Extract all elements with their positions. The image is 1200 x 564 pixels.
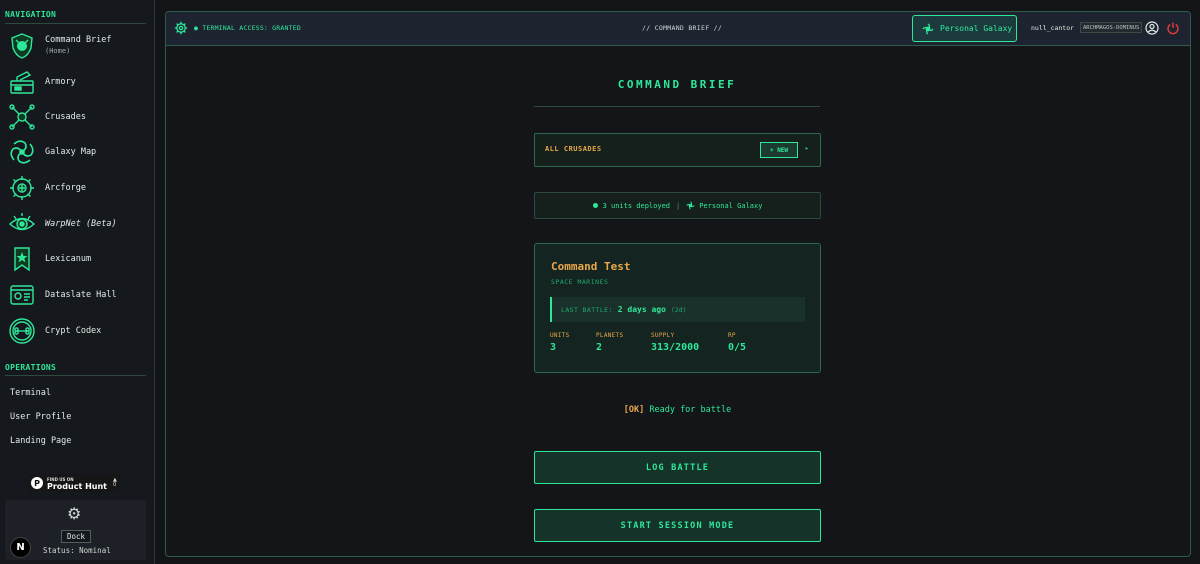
- separator: |: [676, 201, 681, 210]
- sidebar-item-sublabel: (Home): [45, 47, 71, 55]
- sidebar-item-command-brief[interactable]: Command Brief (Home): [7, 29, 147, 63]
- stat-rp: RP 0/5: [728, 332, 746, 353]
- last-battle-value: 2 days ago: [617, 305, 666, 314]
- units-deployed: 3 units deployed: [602, 201, 670, 210]
- sidebar-item-label: Command Brief: [45, 35, 112, 45]
- stat-planets: PLANETS 2: [596, 332, 623, 353]
- log-battle-button[interactable]: LOG BATTLE: [534, 451, 821, 484]
- stat-value: 313/2000: [651, 342, 700, 353]
- spiral-galaxy-icon: [7, 137, 37, 167]
- username: null_cantor: [1031, 24, 1075, 32]
- terminal-access-status: ● TERMINAL ACCESS: GRANTED: [194, 24, 301, 32]
- shield-crest-icon: [7, 31, 37, 61]
- stat-value: 2: [596, 342, 603, 353]
- status-dot-icon: [592, 203, 598, 208]
- operations-item-landing-page[interactable]: Landing Page: [10, 436, 71, 446]
- page-title: COMMAND BRIEF: [617, 78, 737, 91]
- stat-label: UNITS: [550, 332, 570, 339]
- role-badge: ARCHMAGOS-DOMINUS: [1080, 22, 1143, 33]
- crusade-card[interactable]: Command Test SPACE MARINES LAST BATTLE: …: [534, 243, 821, 373]
- last-battle-short: (2d): [670, 305, 687, 314]
- power-icon[interactable]: [1166, 21, 1180, 35]
- dataslate-icon: [7, 280, 37, 310]
- stat-value: 0/5: [728, 342, 747, 353]
- sidebar-item-warpnet[interactable]: WarpNet (Beta): [7, 207, 147, 241]
- ok-tag: [OK]: [623, 405, 645, 415]
- divider: [5, 375, 146, 376]
- product-hunt-label: Product Hunt: [47, 482, 107, 491]
- new-crusade-button[interactable]: + NEW: [760, 142, 798, 158]
- stat-units: UNITS 3: [550, 332, 570, 353]
- operations-item-terminal[interactable]: Terminal: [10, 388, 51, 398]
- sidebar-item-arcforge[interactable]: Arcforge: [7, 171, 147, 205]
- sidebar-item-crusades[interactable]: Crusades: [7, 100, 147, 134]
- divider: [534, 106, 820, 107]
- sidebar-item-label: Crypt Codex: [45, 325, 102, 336]
- sidebar-item-label: WarpNet (Beta): [45, 218, 117, 229]
- sidebar-item-label: Armory: [45, 76, 76, 87]
- navigation-title: NAVIGATION: [5, 10, 57, 19]
- galaxy-icon: [686, 201, 695, 210]
- sidebar-item-galaxy-map[interactable]: Galaxy Map: [7, 135, 147, 169]
- galaxy-icon: [922, 23, 934, 34]
- ready-text: Ready for battle: [649, 405, 732, 415]
- crossed-swords-icon: [7, 102, 37, 132]
- page-breadcrumb: // COMMAND BRIEF //: [642, 24, 723, 32]
- sidebar-item-armory[interactable]: Armory: [7, 65, 147, 99]
- sidebar-item-crypt-codex[interactable]: Crypt Codex: [7, 314, 147, 348]
- gear-icon[interactable]: [174, 21, 188, 35]
- sidebar-item-label: Crusades: [45, 111, 86, 122]
- stat-label: SUPPLY: [651, 332, 675, 339]
- product-hunt-badge[interactable]: P FIND US ON Product Hunt ▲ 0: [28, 474, 120, 492]
- dock-status: Status: Nominal: [43, 546, 111, 555]
- sidebar-item-label: Arcforge: [45, 182, 86, 193]
- sidebar-item-label: Lexicanum: [45, 253, 92, 264]
- last-battle-label: LAST BATTLE:: [561, 305, 613, 314]
- armory-crate-icon: [7, 67, 37, 97]
- warp-eye-icon: [7, 209, 37, 239]
- stat-supply: SUPPLY 313/2000: [651, 332, 699, 353]
- dock-button[interactable]: Dock: [61, 530, 91, 543]
- upvote-arrow-icon: ▲ 0: [113, 477, 117, 488]
- crusade-faction: SPACE MARINES: [551, 278, 609, 286]
- crypt-bone-icon: [7, 316, 37, 346]
- sidebar-item-label: Galaxy Map: [45, 146, 97, 157]
- n-badge-icon[interactable]: N: [10, 537, 31, 558]
- sidebar-item-label: Dataslate Hall: [45, 289, 117, 300]
- crusade-title: Command Test: [551, 260, 631, 273]
- gear-icon[interactable]: ⚙: [67, 504, 81, 523]
- all-crusades-panel[interactable]: ALL CRUSADES + NEW ▸: [534, 133, 821, 167]
- stat-value: 3: [550, 342, 557, 353]
- main-frame: ● TERMINAL ACCESS: GRANTED // COMMAND BR…: [165, 11, 1191, 557]
- operations-title: OPERATIONS: [5, 363, 57, 372]
- all-crusades-label: ALL CRUSADES: [545, 145, 602, 153]
- start-session-mode-button[interactable]: START SESSION MODE: [534, 509, 821, 542]
- last-battle-box: LAST BATTLE: 2 days ago (2d): [550, 297, 805, 322]
- cog-forge-icon: [7, 173, 37, 203]
- sidebar-item-lexicanum[interactable]: Lexicanum: [7, 242, 147, 276]
- personal-galaxy-button[interactable]: Personal Galaxy: [912, 15, 1017, 42]
- sidebar-item-dataslate-hall[interactable]: Dataslate Hall: [7, 278, 147, 312]
- deployment-status: 3 units deployed | Personal Galaxy: [534, 192, 821, 219]
- sidebar: NAVIGATION Command Brief (Home) Armory C…: [0, 0, 155, 564]
- personal-galaxy-label: Personal Galaxy: [940, 24, 1013, 33]
- product-hunt-logo: P: [31, 477, 43, 489]
- ready-status: [OK] Ready for battle: [534, 405, 821, 415]
- stat-label: RP: [728, 332, 736, 339]
- banner-book-icon: [7, 244, 37, 274]
- status-galaxy-name: Personal Galaxy: [699, 201, 763, 210]
- stat-label: PLANETS: [596, 332, 624, 339]
- divider: [5, 23, 146, 24]
- expand-arrow-icon[interactable]: ▸: [805, 145, 809, 152]
- user-profile-icon[interactable]: [1145, 21, 1159, 35]
- topbar: ● TERMINAL ACCESS: GRANTED // COMMAND BR…: [166, 12, 1190, 46]
- operations-item-user-profile[interactable]: User Profile: [10, 412, 71, 422]
